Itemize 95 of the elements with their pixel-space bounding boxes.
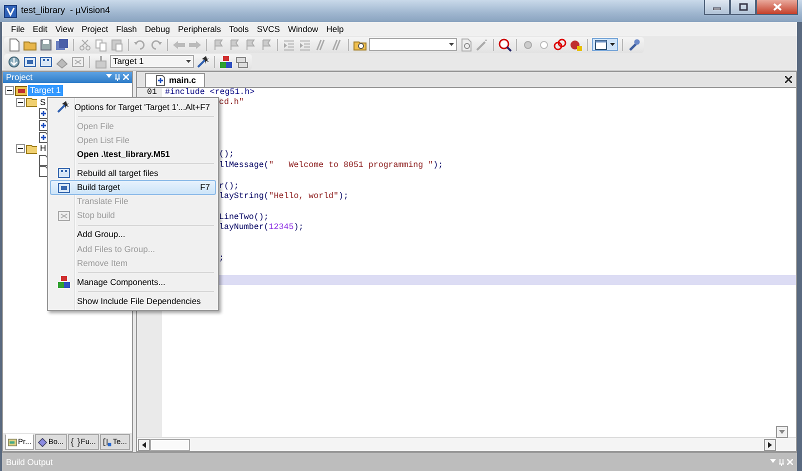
- rebuild-icon: [57, 166, 71, 180]
- panel-title: Project: [6, 71, 32, 84]
- header-file-icon: [39, 166, 48, 178]
- redo-icon[interactable]: [149, 38, 163, 52]
- tree-item[interactable]: S: [38, 96, 48, 108]
- indent-icon[interactable]: [282, 38, 296, 52]
- dropdown-caret-icon[interactable]: [106, 74, 112, 78]
- stop-build-icon: [57, 208, 71, 223]
- indent-icon[interactable]: [298, 38, 312, 52]
- cut-icon[interactable]: [78, 38, 92, 52]
- save-icon[interactable]: [39, 38, 53, 52]
- code-line: r();: [219, 182, 239, 192]
- source-file-icon: [39, 132, 48, 143]
- paste-icon[interactable]: [110, 38, 124, 52]
- build-icon[interactable]: [23, 54, 37, 68]
- target-icon: [15, 86, 27, 96]
- file-tab[interactable]: main.c: [145, 73, 205, 87]
- menu-item[interactable]: Edit: [28, 22, 52, 36]
- code-line: ();: [219, 150, 234, 161]
- rebuild-icon[interactable]: [39, 54, 53, 68]
- code-line: ;: [219, 254, 224, 265]
- download-icon[interactable]: [7, 54, 21, 68]
- folder-icon: [26, 144, 37, 154]
- menu-item[interactable]: Debug: [140, 22, 174, 36]
- collapse-icon[interactable]: [16, 98, 25, 107]
- line-number: 01: [147, 88, 157, 97]
- menu-item[interactable]: Window: [284, 22, 322, 36]
- panel-title: Build Output: [6, 456, 53, 468]
- dropdown-caret-icon: [186, 60, 191, 63]
- code-line: layString("Hello, world");: [219, 192, 348, 202]
- right-arrow-icon: [768, 442, 772, 448]
- minimize-button[interactable]: [704, 0, 730, 15]
- copy-icon[interactable]: [94, 38, 108, 52]
- code-line: llMessage(" Welcome to 8051 programming ");: [219, 160, 444, 172]
- menu-item[interactable]: Rebuild all target files: [50, 166, 216, 180]
- dropdown-caret-icon: [449, 43, 454, 46]
- code-line: LineTwo();: [219, 212, 269, 223]
- project-icon: [8, 438, 17, 446]
- components-icon: [57, 275, 71, 290]
- maximize-button[interactable]: [730, 0, 756, 15]
- source-file-icon: [156, 75, 165, 86]
- wand-icon: [56, 100, 70, 114]
- menu-item[interactable]: SVCS: [252, 22, 284, 36]
- undo-icon[interactable]: [133, 38, 147, 52]
- menu-item[interactable]: Show Include File Dependencies: [50, 294, 216, 308]
- menu-item[interactable]: Help: [322, 22, 348, 36]
- menu-item[interactable]: File: [7, 22, 29, 36]
- dropdown-caret-icon[interactable]: [770, 458, 776, 462]
- close-icon: [772, 3, 782, 11]
- collapse-icon[interactable]: [16, 144, 25, 154]
- save-all-icon[interactable]: [55, 38, 69, 52]
- document-search-icon[interactable]: [459, 38, 473, 52]
- pin-icon[interactable]: [115, 74, 120, 81]
- app-logo-icon: [4, 4, 17, 18]
- left-arrow-icon: [142, 442, 146, 448]
- window-title: test_library - µVision4: [21, 4, 110, 18]
- header-file-icon: [39, 154, 48, 166]
- code-line: cd.h": [219, 98, 244, 109]
- braces-icon: [70, 438, 80, 446]
- menu-item[interactable]: Build target F7: [50, 180, 216, 195]
- pin-icon[interactable]: [779, 458, 784, 466]
- menu-item[interactable]: View: [51, 22, 78, 36]
- dropdown-caret-icon: [610, 43, 615, 46]
- code-line: layNumber(12345);: [219, 223, 304, 234]
- scroll-left-button[interactable]: [138, 438, 150, 450]
- menu-item[interactable]: Open .\test_library.M51: [50, 147, 216, 162]
- scrollbar-thumb[interactable]: [150, 438, 190, 450]
- menu-item[interactable]: Flash: [112, 22, 141, 36]
- search-combo-field[interactable]: [369, 38, 457, 51]
- down-arrow-icon: [779, 430, 785, 434]
- menu-item[interactable]: Add Group...: [50, 228, 216, 242]
- menu-item[interactable]: Options for Target 'Target 1'...Alt+F7: [50, 100, 216, 114]
- code-line: #include <reg51.h>: [165, 88, 255, 98]
- menu-item[interactable]: Manage Components...: [50, 275, 216, 290]
- source-file-icon: [39, 120, 48, 132]
- collapse-icon[interactable]: [5, 86, 14, 96]
- window-icon: [595, 40, 607, 50]
- wand-icon[interactable]: [196, 54, 210, 68]
- menu-item[interactable]: Peripherals: [174, 22, 225, 36]
- breakpoint-icon[interactable]: [569, 38, 583, 52]
- close-button[interactable]: [756, 0, 798, 15]
- scroll-right-button[interactable]: [764, 438, 776, 450]
- magnifier-icon[interactable]: [498, 38, 512, 52]
- menu-item[interactable]: Project: [78, 22, 112, 36]
- build-icon: [57, 180, 71, 195]
- wrench-icon[interactable]: [627, 38, 641, 52]
- target-select[interactable]: Target 1: [110, 55, 194, 68]
- tree-item[interactable]: H: [38, 143, 48, 154]
- source-file-icon: [39, 108, 48, 120]
- breakpoint-icon[interactable]: [553, 38, 567, 52]
- components-icon[interactable]: [219, 54, 233, 68]
- close-icon[interactable]: [785, 76, 792, 83]
- window-select-button[interactable]: [592, 38, 618, 51]
- maximize-icon: [738, 3, 748, 11]
- menu-item[interactable]: Tools: [224, 22, 253, 36]
